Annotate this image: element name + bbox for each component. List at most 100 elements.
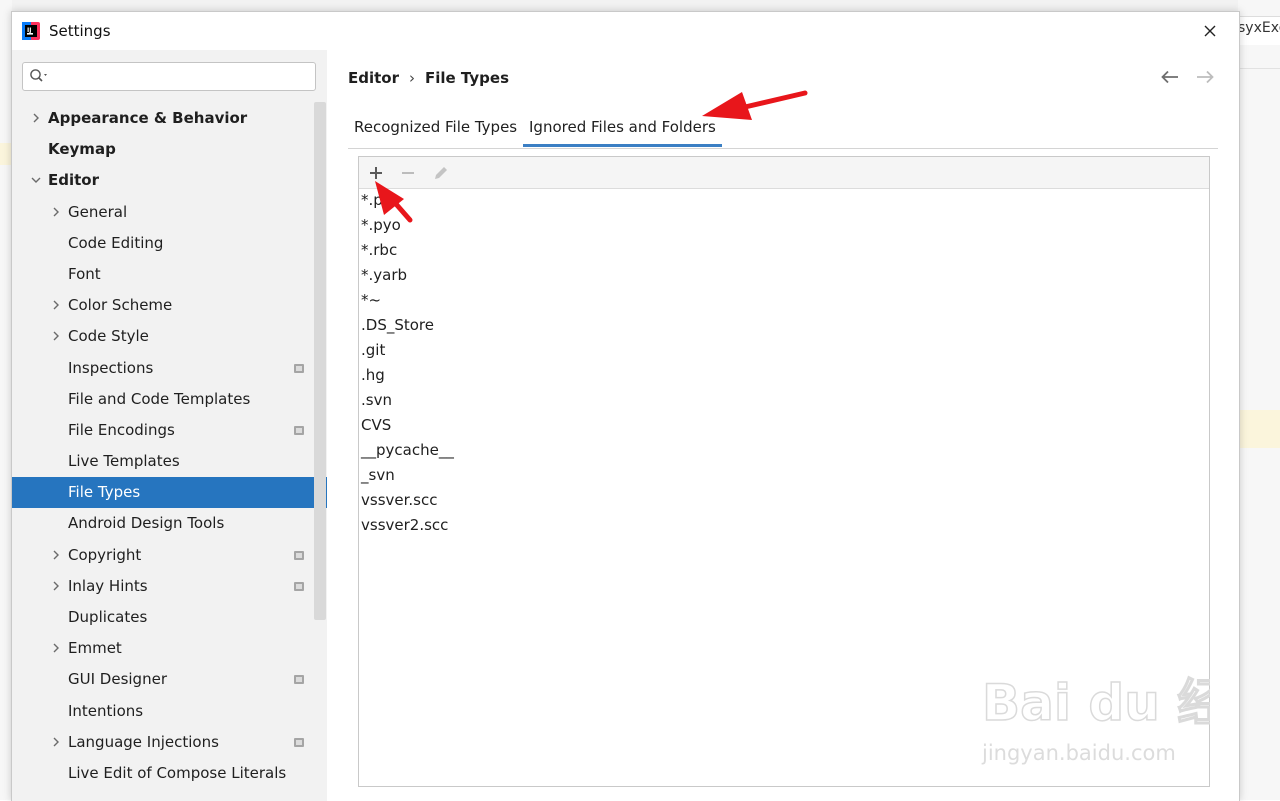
sidebar-item-label: Code Style — [68, 327, 149, 346]
project-scope-icon — [294, 550, 304, 560]
project-scope-icon — [294, 425, 304, 435]
breadcrumb-current: File Types — [425, 69, 509, 87]
sidebar-item-label: GUI Designer — [68, 670, 167, 689]
pattern-row[interactable]: .svn — [361, 388, 1207, 413]
close-icon[interactable] — [1195, 18, 1225, 44]
sidebar-item-label: Appearance & Behavior — [48, 109, 248, 127]
back-arrow-icon[interactable] — [1158, 68, 1182, 86]
sidebar-item-android-design-tools[interactable]: Android Design Tools — [12, 508, 327, 539]
sidebar-item-label: Emmet — [68, 639, 122, 658]
chevron-right-icon[interactable] — [31, 113, 41, 123]
sidebar-item-label: Live Edit of Compose Literals — [68, 763, 287, 782]
sidebar-item-file-and-code-templates[interactable]: File and Code Templates — [12, 384, 327, 415]
sidebar-item-intentions[interactable]: Intentions — [12, 696, 327, 727]
pattern-row[interactable]: *~ — [361, 288, 1207, 313]
settings-dialog: IJ Settings Appearance & Behavior Keymap E… — [11, 11, 1240, 801]
sidebar-item-code-style[interactable]: Code Style — [12, 321, 327, 352]
sidebar-item-label: Duplicates — [68, 608, 148, 626]
sidebar-item-label: Intentions — [68, 701, 144, 720]
sidebar-item-file-types[interactable]: File Types — [12, 477, 327, 509]
sidebar-item-appearance-behavior[interactable]: Appearance & Behavior — [12, 103, 327, 134]
sidebar-item-live-edit-of-compose-literals[interactable]: Live Edit of Compose Literals — [12, 758, 327, 789]
chevron-down-icon[interactable] — [31, 175, 41, 185]
chevron-right-icon[interactable] — [51, 331, 61, 341]
sidebar-item-general[interactable]: General — [12, 197, 327, 228]
pattern-row[interactable]: vssver2.scc — [361, 513, 1207, 538]
chevron-right-icon[interactable] — [51, 550, 61, 560]
background-tab-label: syxExc — [1238, 20, 1280, 36]
pencil-icon[interactable] — [432, 164, 450, 182]
app-logo-icon: IJ — [22, 22, 40, 40]
pattern-row[interactable]: _svn — [361, 463, 1207, 488]
settings-tree: Appearance & Behavior Keymap Editor General… — [12, 103, 327, 789]
pattern-row[interactable]: *.rbc — [361, 238, 1207, 263]
sidebar-item-font[interactable]: Font — [12, 259, 327, 290]
breadcrumb-separator: › — [409, 69, 415, 87]
sidebar-item-label: Android Design Tools — [68, 514, 225, 533]
search-icon — [30, 69, 47, 82]
project-scope-icon — [294, 675, 304, 685]
settings-sidebar: Appearance & Behavior Keymap Editor General… — [12, 50, 327, 801]
sidebar-item-label: Inlay Hints — [68, 576, 148, 595]
dialog-title: Settings — [49, 22, 111, 40]
minus-icon[interactable] — [399, 164, 417, 182]
pattern-row[interactable]: vssver.scc — [361, 488, 1207, 513]
pattern-row[interactable]: .DS_Store — [361, 313, 1207, 338]
sidebar-item-file-encodings[interactable]: File Encodings — [12, 415, 327, 446]
sidebar-item-live-templates[interactable]: Live Templates — [12, 446, 327, 477]
ignored-patterns-list: *.pyc *.pyo *.rbc *.yarb *~ .DS_Store .git .hg.… — [361, 188, 1207, 538]
sidebar-item-inspections[interactable]: Inspections — [12, 353, 327, 384]
sidebar-item-label: Inspections — [68, 358, 154, 377]
sidebar-item-label: Code Editing — [68, 233, 164, 252]
sidebar-item-label: Copyright — [68, 545, 142, 564]
chevron-right-icon[interactable] — [51, 207, 61, 217]
sidebar-item-label: File Encodings — [68, 420, 175, 439]
breadcrumb-parent[interactable]: Editor — [348, 69, 399, 87]
svg-text:IJ: IJ — [27, 27, 31, 34]
sidebar-item-label: Editor — [48, 171, 99, 190]
pattern-row[interactable]: .git — [361, 338, 1207, 363]
sidebar-item-label: Font — [68, 264, 101, 283]
project-scope-icon — [294, 581, 304, 591]
pattern-row[interactable]: CVS — [361, 413, 1207, 438]
search-input[interactable] — [22, 62, 316, 91]
sidebar-item-copyright[interactable]: Copyright — [12, 540, 327, 571]
tab-ignored-files-and-folders[interactable]: Ignored Files and Folders — [523, 112, 722, 147]
ignored-patterns-panel: *.pyc *.pyo *.rbc *.yarb *~ .DS_Store .git .hg.… — [358, 156, 1210, 787]
sidebar-item-inlay-hints[interactable]: Inlay Hints — [12, 571, 327, 602]
chevron-right-icon[interactable] — [51, 643, 61, 653]
settings-content: Editor › File Types Recognized File Types … — [327, 50, 1239, 801]
chevron-right-icon[interactable] — [51, 581, 61, 591]
pattern-row[interactable]: .hg — [361, 363, 1207, 388]
sidebar-item-gui-designer[interactable]: GUI Designer — [12, 664, 327, 695]
project-scope-icon — [294, 363, 304, 373]
sidebar-item-code-editing[interactable]: Code Editing — [12, 228, 327, 259]
chevron-right-icon[interactable] — [51, 737, 61, 747]
dialog-titlebar: IJ Settings — [12, 12, 1239, 50]
sidebar-item-emmet[interactable]: Emmet — [12, 633, 327, 664]
pattern-row[interactable]: *.pyo — [361, 213, 1207, 238]
sidebar-item-duplicates[interactable]: Duplicates — [12, 602, 327, 633]
sidebar-item-label: General — [68, 202, 128, 221]
pattern-row[interactable]: *.yarb — [361, 263, 1207, 288]
sidebar-item-keymap[interactable]: Keymap — [12, 134, 327, 165]
file-types-tabs: Recognized File Types Ignored Files and … — [348, 112, 1218, 149]
sidebar-item-label: Live Templates — [68, 452, 180, 471]
sidebar-item-label: Color Scheme — [68, 296, 173, 315]
plus-icon[interactable] — [367, 164, 385, 182]
sidebar-item-color-scheme[interactable]: Color Scheme — [12, 290, 327, 321]
sidebar-item-label: Language Injections — [68, 732, 219, 751]
pattern-row[interactable]: *.pyc — [361, 188, 1207, 213]
patterns-toolbar — [359, 157, 1209, 189]
sidebar-item-label: File and Code Templates — [68, 389, 251, 408]
forward-arrow-icon[interactable] — [1193, 68, 1217, 86]
project-scope-icon — [294, 737, 304, 747]
sidebar-scrollbar[interactable] — [314, 102, 326, 620]
tab-recognized-file-types[interactable]: Recognized File Types — [354, 112, 517, 146]
sidebar-item-language-injections[interactable]: Language Injections — [12, 727, 327, 758]
background-editor-right: syxExc — [1238, 0, 1280, 800]
pattern-row[interactable]: __pycache__ — [361, 438, 1207, 463]
chevron-right-icon[interactable] — [51, 300, 61, 310]
sidebar-item-label: File Types — [68, 483, 141, 502]
sidebar-item-editor[interactable]: Editor — [12, 165, 327, 196]
